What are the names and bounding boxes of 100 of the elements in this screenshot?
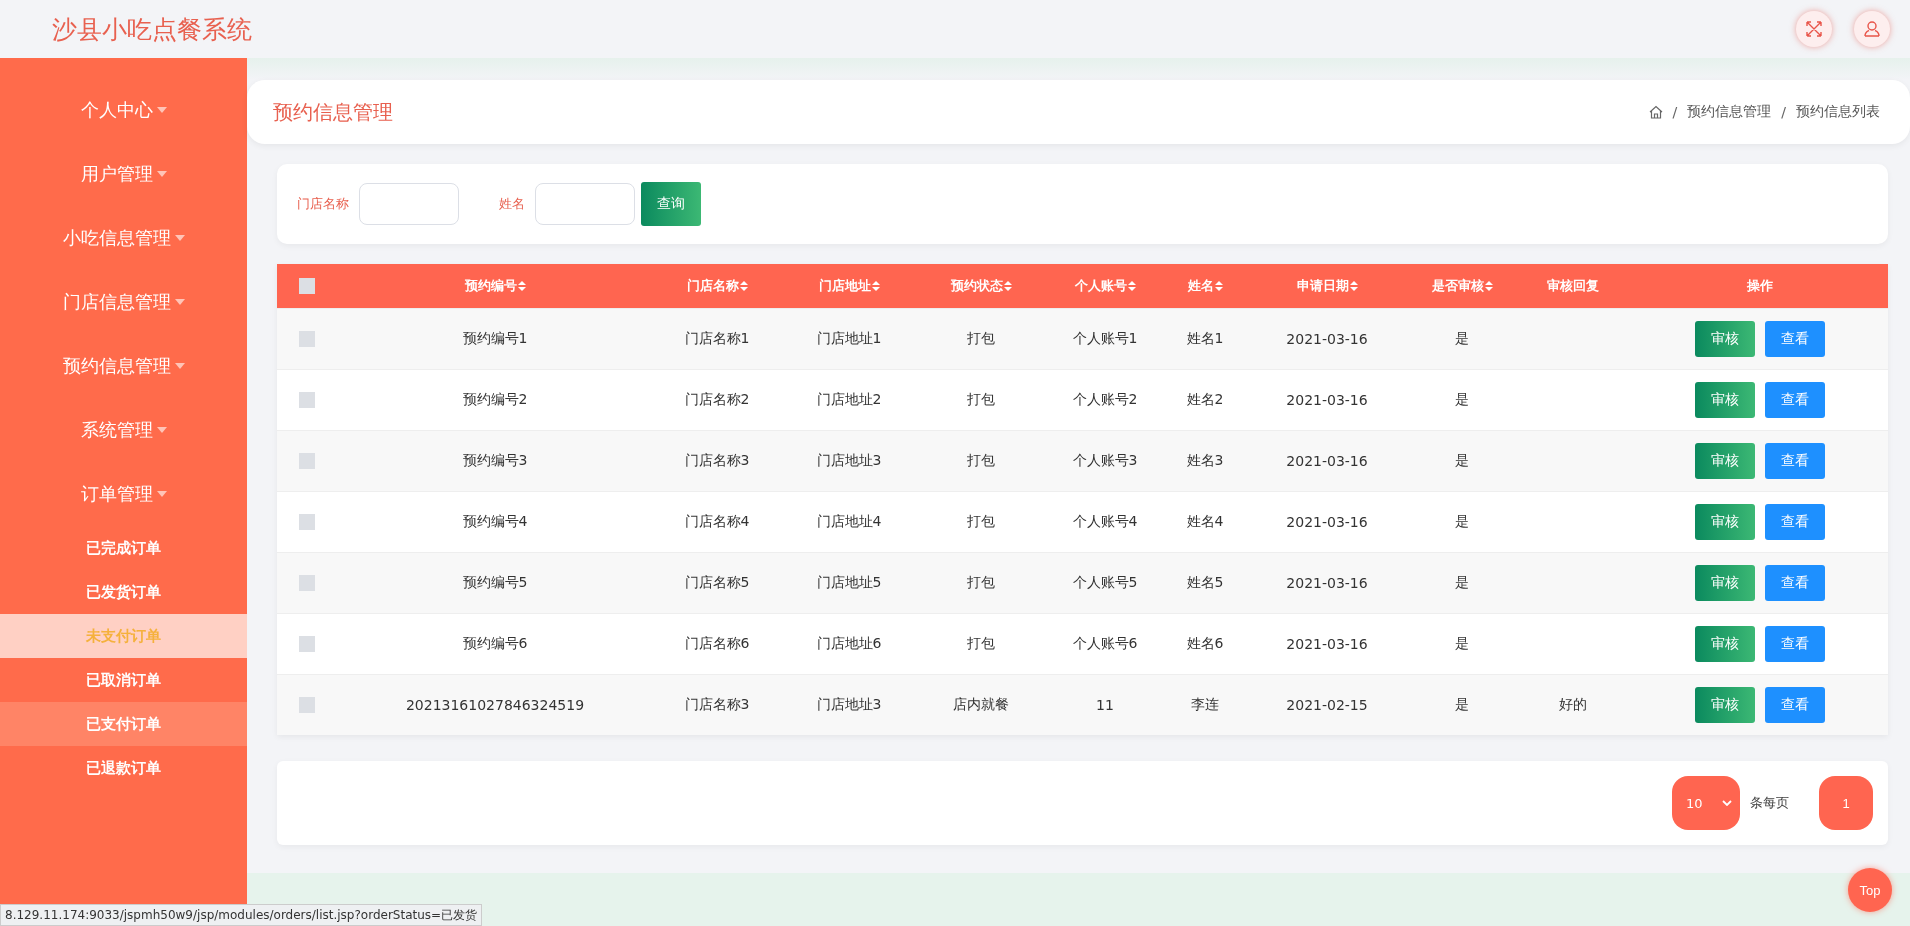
review-button[interactable]: 审核 (1694, 321, 1755, 357)
table-cell: 预约编号5 (462, 574, 528, 592)
sort-icon (1484, 281, 1493, 291)
column-header[interactable]: 门店名称 (653, 277, 781, 295)
review-button[interactable]: 审核 (1694, 443, 1755, 479)
submenu-item[interactable]: 已支付订单 (0, 702, 247, 746)
submenu-item[interactable]: 已发货订单 (0, 570, 247, 614)
sort-icon (1003, 281, 1012, 291)
column-header[interactable]: 个人账号 (1045, 277, 1165, 295)
row-checkbox[interactable] (299, 392, 315, 408)
breadcrumb-link[interactable]: 预约信息列表 (1796, 103, 1880, 121)
view-button[interactable]: 查看 (1764, 565, 1825, 601)
review-button[interactable]: 审核 (1694, 382, 1755, 418)
review-button[interactable]: 审核 (1694, 565, 1755, 601)
query-button[interactable]: 查询 (641, 182, 701, 226)
table-cell: 打包 (967, 513, 995, 531)
table-cell: 个人账号2 (1072, 391, 1138, 409)
table-cell: 个人账号1 (1072, 330, 1138, 348)
view-button[interactable]: 查看 (1764, 687, 1825, 723)
menu-item[interactable]: 门店信息管理 (0, 270, 247, 334)
caret-icon (156, 107, 167, 113)
table-cell: 打包 (967, 330, 995, 348)
breadcrumb-separator: / (1781, 104, 1786, 120)
menu-item[interactable]: 预约信息管理 (0, 334, 247, 398)
breadcrumb-separator: / (1672, 104, 1678, 120)
search-field[interactable] (359, 183, 459, 225)
table-cell: 个人账号5 (1072, 574, 1138, 592)
column-header[interactable]: 是否审核 (1409, 277, 1515, 295)
page-size-select[interactable]: 10 (1672, 776, 1740, 830)
table-cell: 门店名称2 (684, 391, 750, 409)
select-all-checkbox[interactable] (299, 278, 315, 294)
row-checkbox[interactable] (299, 575, 315, 591)
submenu-item[interactable]: 已取消订单 (0, 658, 247, 702)
field-label: 姓名 (499, 195, 525, 213)
table-cell: 姓名2 (1186, 391, 1224, 409)
field-label: 门店名称 (297, 195, 349, 213)
review-button[interactable]: 审核 (1694, 504, 1755, 540)
menu-item[interactable]: 用户管理 (0, 142, 247, 206)
view-button[interactable]: 查看 (1764, 626, 1825, 662)
table-cell: 打包 (967, 635, 995, 653)
table-cell: 预约编号6 (462, 635, 528, 653)
submenu-item[interactable]: 已退款订单 (0, 746, 247, 790)
row-checkbox[interactable] (299, 453, 315, 469)
table-cell: 姓名4 (1186, 513, 1224, 531)
app-title: 沙县小吃点餐系统 (52, 13, 252, 46)
table-cell: 门店地址5 (816, 574, 882, 592)
column-header[interactable]: 门店地址 (781, 277, 917, 295)
review-button[interactable]: 审核 (1694, 626, 1755, 662)
column-header[interactable]: 姓名 (1165, 277, 1245, 295)
submenu-item[interactable]: 已完成订单 (0, 526, 247, 570)
table-cell: 个人账号4 (1072, 513, 1138, 531)
row-checkbox[interactable] (299, 331, 315, 347)
table-cell: 是 (1455, 452, 1469, 470)
table-cell: 2021-03-16 (1286, 636, 1368, 652)
caret-icon (174, 235, 185, 241)
user-icon[interactable] (1854, 11, 1890, 47)
search-field[interactable] (535, 183, 635, 225)
table-cell: 打包 (967, 452, 995, 470)
column-header[interactable]: 预约编号 (337, 277, 653, 295)
table-cell: 预约编号4 (462, 513, 528, 531)
view-button[interactable]: 查看 (1764, 321, 1825, 357)
table-cell: 门店名称6 (684, 635, 750, 653)
table-cell: 李连 (1191, 696, 1219, 714)
menu-item[interactable]: 订单管理 (0, 462, 247, 526)
view-button[interactable]: 查看 (1764, 382, 1825, 418)
caret-icon (156, 171, 167, 177)
page-button[interactable]: 1 (1819, 776, 1873, 830)
table-cell: 是 (1455, 635, 1469, 653)
table-cell: 姓名5 (1186, 574, 1224, 592)
table-cell: 店内就餐 (953, 696, 1009, 714)
column-header[interactable]: 申请日期 (1245, 277, 1409, 295)
table-cell: 姓名3 (1186, 452, 1224, 470)
table-cell: 个人账号6 (1072, 635, 1138, 653)
table-cell: 门店名称3 (684, 696, 750, 714)
column-header[interactable]: 预约状态 (917, 277, 1045, 295)
table-cell: 打包 (967, 391, 995, 409)
table-cell: 门店名称3 (684, 452, 750, 470)
table-cell: 门店地址6 (816, 635, 882, 653)
sort-icon (739, 281, 748, 291)
table-cell: 预约编号1 (462, 330, 528, 348)
sort-icon (1214, 281, 1223, 291)
review-button[interactable]: 审核 (1694, 687, 1755, 723)
column-header[interactable]: 审核回复 (1515, 277, 1631, 295)
menu-item[interactable]: 小吃信息管理 (0, 206, 247, 270)
table-cell: 门店地址3 (816, 452, 882, 470)
row-checkbox[interactable] (299, 697, 315, 713)
caret-icon (174, 299, 185, 305)
row-checkbox[interactable] (299, 514, 315, 530)
table-cell: 20213161027846324519 (405, 697, 585, 713)
home-icon[interactable] (1648, 105, 1663, 119)
menu-item[interactable]: 系统管理 (0, 398, 247, 462)
view-button[interactable]: 查看 (1764, 504, 1825, 540)
view-button[interactable]: 查看 (1764, 443, 1825, 479)
table-cell: 门店地址1 (816, 330, 882, 348)
menu-item[interactable]: 个人中心 (0, 78, 247, 142)
row-checkbox[interactable] (299, 636, 315, 652)
column-header[interactable]: 操作 (1631, 277, 1888, 295)
breadcrumb-link[interactable]: 预约信息管理 (1687, 103, 1772, 121)
table-cell: 2021-03-16 (1286, 514, 1368, 530)
fullscreen-icon[interactable] (1796, 11, 1832, 47)
